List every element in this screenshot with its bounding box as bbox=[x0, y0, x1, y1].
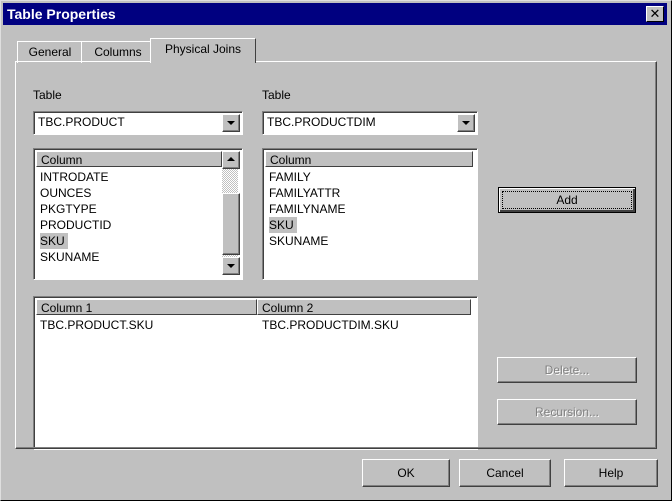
tab-physical-joins[interactable]: Physical Joins bbox=[150, 38, 256, 63]
window-title: Table Properties bbox=[7, 6, 116, 22]
tab-panel-physical-joins bbox=[15, 61, 657, 449]
tab-columns[interactable]: Columns bbox=[81, 41, 155, 63]
tab-general[interactable]: General bbox=[17, 41, 83, 63]
ok-button[interactable]: OK bbox=[362, 459, 450, 487]
cancel-button[interactable]: Cancel bbox=[459, 459, 551, 487]
help-button[interactable]: Help bbox=[564, 459, 658, 487]
title-bar: Table Properties ✕ bbox=[3, 3, 667, 25]
close-icon[interactable]: ✕ bbox=[646, 6, 664, 22]
table-properties-dialog: Table Properties ✕ General Columns Physi… bbox=[0, 0, 672, 501]
